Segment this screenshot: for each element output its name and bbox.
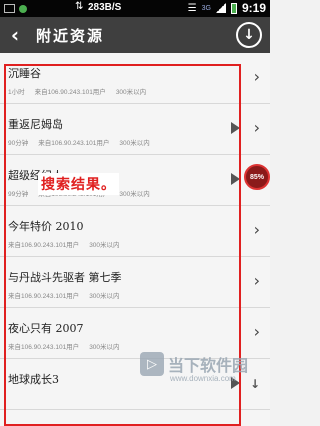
watermark-name: 当下软件园 bbox=[168, 356, 249, 375]
list-item[interactable]: 今年特价 2010 来自106.90.243.101用户 300米以内 › bbox=[0, 206, 270, 257]
watermark-url: www.downxia.com bbox=[170, 374, 236, 383]
item-meta-field: 来自106.90.243.101用户 bbox=[34, 89, 106, 96]
item-meta-field: 来自106.90.243.101用户 bbox=[38, 140, 110, 147]
chevron-right-icon[interactable]: › bbox=[254, 271, 260, 290]
download-icon: ↓ bbox=[243, 27, 255, 43]
item-meta-field: 99分钟 bbox=[8, 191, 29, 198]
list-item[interactable]: 沉睡谷 1小时 来自106.90.243.101用户 300米以内 › bbox=[0, 53, 270, 104]
item-meta-field: 300米以内 bbox=[119, 140, 150, 147]
wifi-icon: ☰ bbox=[187, 2, 197, 14]
item-meta-field: 1小时 bbox=[8, 89, 25, 96]
signal-icon bbox=[215, 3, 226, 13]
item-meta-field: 300米以内 bbox=[89, 293, 120, 300]
item-meta-field: 来自106.90.243.101用户 bbox=[8, 293, 80, 300]
play-icon[interactable] bbox=[231, 122, 240, 134]
notification-icon bbox=[4, 4, 15, 13]
item-meta-field: 90分钟 bbox=[8, 140, 29, 147]
item-meta-field: 300米以内 bbox=[89, 344, 120, 351]
item-meta: 来自106.90.243.101用户 300米以内 bbox=[8, 290, 270, 300]
chevron-right-icon[interactable]: › bbox=[254, 322, 260, 341]
item-meta: 来自106.90.243.101用户 300米以内 bbox=[8, 341, 270, 351]
chevron-right-icon[interactable]: › bbox=[254, 67, 260, 86]
list-item[interactable]: 重返尼姆岛 90分钟 来自106.90.243.101用户 300米以内 › bbox=[0, 104, 270, 155]
clock: 9:19 bbox=[241, 1, 266, 15]
item-title: 沉睡谷 bbox=[8, 67, 41, 80]
page-title: 附近资源 bbox=[36, 26, 105, 45]
item-meta: 1小时 来自106.90.243.101用户 300米以内 bbox=[8, 86, 270, 96]
play-icon[interactable] bbox=[231, 173, 240, 185]
app-notification-icon bbox=[19, 4, 27, 13]
item-title: 夜心只有 2007 bbox=[8, 322, 84, 335]
item-title: 今年特价 2010 bbox=[8, 220, 84, 233]
back-button[interactable]: ‹ bbox=[0, 17, 30, 53]
network-speed: 283B/S bbox=[88, 2, 122, 13]
network-type: 3G bbox=[201, 4, 211, 12]
item-meta-field: 300米以内 bbox=[89, 242, 120, 249]
app-header: ‹ 附近资源 ↓ bbox=[0, 17, 270, 53]
search-results-annotation: 搜索结果。 bbox=[38, 173, 119, 195]
back-icon: ‹ bbox=[10, 23, 20, 47]
item-title: 与丹战斗先驱者 第七季 bbox=[8, 271, 122, 284]
watermark-logo-icon: ▷ bbox=[140, 352, 164, 376]
item-meta-field: 300米以内 bbox=[115, 89, 147, 96]
download-manager-button[interactable]: ↓ bbox=[236, 22, 262, 48]
item-meta-field: 来自106.90.243.101用户 bbox=[8, 344, 80, 351]
chevron-right-icon[interactable]: › bbox=[254, 118, 260, 137]
item-meta: 90分钟 来自106.90.243.101用户 300米以内 bbox=[8, 137, 270, 147]
progress-badge[interactable]: 85% bbox=[244, 164, 270, 190]
chevron-right-icon[interactable]: › bbox=[254, 220, 260, 239]
item-meta: 来自106.90.243.101用户 300米以内 bbox=[8, 239, 270, 249]
item-meta-field: 300米以内 bbox=[119, 191, 150, 198]
status-bar: ⇅ 283B/S ☰ 3G 9:19 bbox=[0, 0, 270, 17]
battery-icon bbox=[230, 2, 237, 14]
notification-icons bbox=[0, 4, 27, 13]
list-item[interactable]: 与丹战斗先驱者 第七季来自106.90.243.101用户 300米以内 › bbox=[0, 257, 270, 308]
item-meta-field: 来自106.90.243.101用户 bbox=[8, 242, 80, 249]
data-transfer-icon: ⇅ bbox=[75, 1, 84, 12]
download-icon[interactable]: ↓ bbox=[250, 377, 260, 391]
